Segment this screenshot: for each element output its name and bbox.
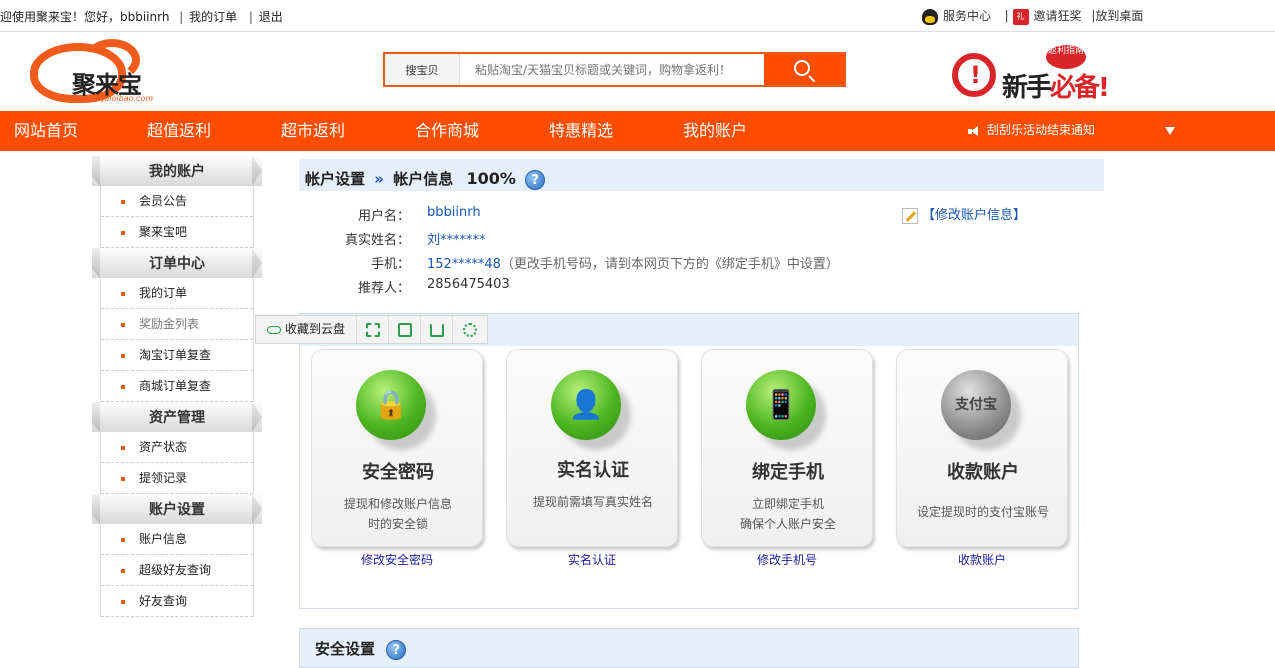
sidebar-item-friends[interactable]: 好友查询 [101, 586, 253, 617]
change-phone-link[interactable]: 修改手机号 [701, 551, 873, 568]
card-bind-phone[interactable]: 📱 绑定手机 立即绑定手机 确保个人账户安全 [701, 349, 873, 547]
username-row: 用户名： bbbiinrh [357, 205, 481, 224]
card-security-password[interactable]: 🔒 安全密码 提现和修改账户信息 时的安全锁 [311, 349, 483, 547]
real-name-link[interactable]: 实名认证 [506, 551, 678, 568]
service-center-link[interactable]: 服务中心 [922, 7, 991, 25]
edit-icon [902, 207, 918, 224]
nav-deals[interactable]: 特惠精选 [549, 111, 613, 151]
guide-badge: 返利指南 [1046, 45, 1086, 69]
phone-icon: 📱 [746, 370, 816, 440]
search-type-label[interactable]: 搜宝贝 [385, 54, 460, 85]
help-icon[interactable]: ? [525, 169, 546, 190]
sidebar-item-asset-status[interactable]: 资产状态 [101, 432, 253, 463]
share-icon [429, 322, 444, 337]
nav-supermarket[interactable]: 超市返利 [281, 111, 345, 151]
speaker-icon [968, 125, 982, 136]
main-nav: 网站首页 超值返利 超市返利 合作商城 特惠精选 我的账户 刮刮乐活动结束通知 [0, 111, 1275, 151]
header: 聚来宝 juloibao.com 搜宝贝 返利指南 新手必备! [0, 33, 1275, 111]
search-box: 搜宝贝 [383, 52, 846, 87]
realname-row: 真实姓名： 刘******* [300, 229, 1000, 249]
sidebar-item-account-info[interactable]: 账户信息 [101, 524, 253, 555]
breadcrumb: 帐户设置 » 帐户信息 100% ? [299, 159, 1104, 191]
save-to-cloud-button[interactable]: 收藏到云盘 [256, 316, 357, 343]
card-real-name[interactable]: 👤 实名认证 提现前需填写真实姓名 [506, 349, 678, 547]
realname-value: 刘******* [427, 233, 486, 248]
alipay-icon: 支付宝 [941, 370, 1011, 440]
search-input[interactable] [461, 57, 763, 82]
nav-rebate[interactable]: 超值返利 [147, 111, 211, 151]
sidebar-item-my-orders[interactable]: 我的订单 [101, 278, 253, 309]
logo-domain: juloibao.com [102, 94, 154, 103]
edit-security-password-link[interactable]: 修改安全密码 [311, 551, 483, 568]
sidebar-item-mall-recheck[interactable]: 商城订单复查 [101, 371, 253, 402]
help-icon[interactable]: ? [386, 639, 407, 660]
edit-account-link[interactable]: 【修改账户信息】 [902, 204, 1026, 224]
settings-button[interactable] [453, 316, 487, 343]
sidebar-item-withdraw-records[interactable]: 提领记录 [101, 463, 253, 494]
logout-link[interactable]: 退出 [259, 10, 283, 24]
sidebar-section-orders: 订单中心 [92, 248, 262, 278]
sidebar-section-my-account: 我的账户 [92, 156, 262, 186]
sidebar-item-super-friends[interactable]: 超级好友查询 [101, 555, 253, 586]
referrer-value: 2856475403 [427, 277, 510, 292]
sidebar-section-assets: 资产管理 [92, 402, 262, 432]
search-button[interactable] [764, 54, 844, 85]
completion-percent: 100% [466, 169, 516, 188]
breadcrumb-arrow-icon: » [374, 170, 384, 188]
cloud-save-toolbar: 收藏到云盘 [255, 315, 488, 344]
nav-partner-mall[interactable]: 合作商城 [415, 111, 479, 151]
expand-button[interactable] [357, 316, 389, 343]
sidebar-item-taobao-recheck[interactable]: 淘宝订单复查 [101, 340, 253, 371]
share-button[interactable] [421, 316, 453, 343]
user-icon: 👤 [551, 370, 621, 440]
caret-down-icon[interactable] [1165, 127, 1175, 135]
sidebar-item-forum[interactable]: 聚来宝吧 [101, 217, 253, 248]
save-button[interactable] [389, 316, 421, 343]
qq-icon [922, 8, 938, 25]
newbie-guide-banner[interactable]: 返利指南 新手必备! [952, 45, 1162, 105]
top-bar-right: 服务中心 | 礼邀请狂奖 |放到桌面 [922, 7, 1149, 25]
sidebar-item-rewards[interactable]: 奖励金列表 [101, 309, 253, 340]
sidebar: 我的账户 会员公告 聚来宝吧 订单中心 我的订单 奖励金列表 淘宝订单复查 商城… [92, 156, 262, 617]
security-settings-section: 安全设置 ? [299, 628, 1079, 668]
search-icon [794, 60, 810, 76]
invite-link[interactable]: 礼邀请狂奖 [1012, 7, 1082, 25]
cloud-icon [266, 325, 281, 334]
nav-notice[interactable]: 刮刮乐活动结束通知 [968, 111, 1095, 151]
nav-my-account[interactable]: 我的账户 [683, 111, 747, 151]
add-to-desktop-link[interactable]: 放到桌面 [1095, 7, 1143, 24]
lock-icon: 🔒 [356, 370, 426, 440]
sidebar-section-settings: 账户设置 [92, 494, 262, 524]
top-bar-left: 迎使用聚来宝！您好，bbbiinrh | 我的订单 | 退出 [0, 10, 283, 24]
top-bar: 迎使用聚来宝！您好，bbbiinrh | 我的订单 | 退出 服务中心 | 礼邀… [0, 0, 1275, 32]
phone-value: 152*****48 [427, 257, 501, 272]
my-orders-link[interactable]: 我的订单 [189, 10, 237, 24]
payment-account-link[interactable]: 收款账户 [896, 551, 1068, 568]
security-settings-title: 安全设置 [315, 640, 376, 658]
gear-icon [463, 322, 477, 337]
exclamation-icon [952, 53, 996, 97]
site-logo[interactable]: 聚来宝 juloibao.com [30, 39, 170, 105]
referrer-row: 推荐人： 2856475403 [357, 277, 510, 296]
username-value: bbbiinrh [427, 205, 481, 220]
save-icon [397, 322, 412, 337]
sidebar-item-announcements[interactable]: 会员公告 [101, 186, 253, 217]
nav-home[interactable]: 网站首页 [14, 111, 78, 151]
breadcrumb-account-info: 帐户信息 [393, 170, 454, 188]
card-payment-account[interactable]: 支付宝 收款账户 设定提现时的支付宝账号 [896, 349, 1068, 547]
expand-icon [365, 322, 380, 337]
welcome-text: 迎使用聚来宝！您好，bbbiinrh [0, 10, 170, 24]
breadcrumb-settings: 帐户设置 [305, 170, 366, 188]
phone-note: （更改手机号码，请到本网页下方的《绑定手机》中设置） [500, 257, 839, 272]
phone-row: 手机： 152*****48（更改手机号码，请到本网页下方的《绑定手机》中设置） [370, 257, 839, 272]
gift-icon: 礼 [1012, 8, 1029, 25]
